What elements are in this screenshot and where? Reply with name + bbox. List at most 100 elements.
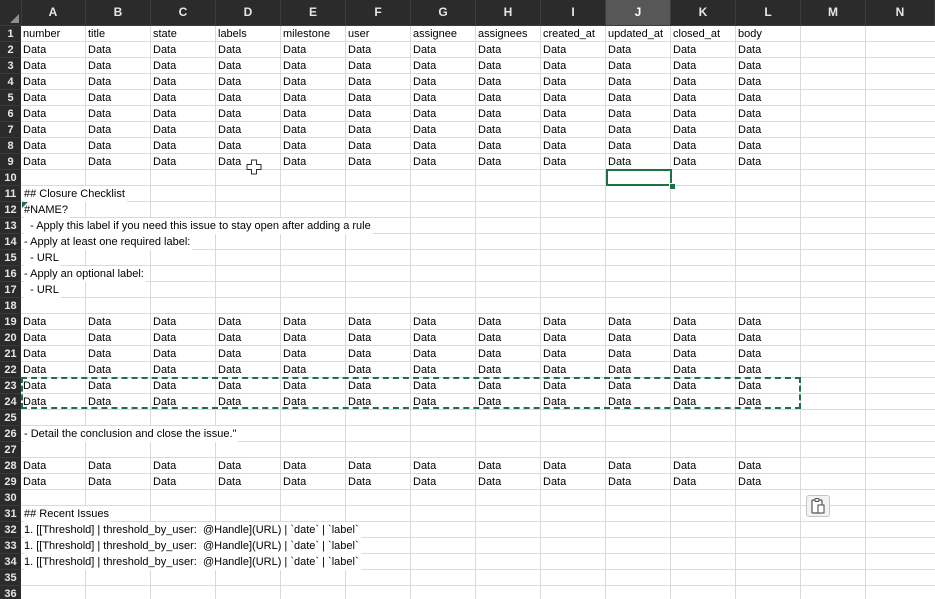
row-header-21[interactable]: 21 bbox=[0, 346, 21, 362]
data-cell[interactable]: Data bbox=[281, 90, 346, 106]
data-cell[interactable]: Data bbox=[736, 154, 801, 170]
data-cell[interactable]: Data bbox=[281, 74, 346, 90]
data-cell[interactable]: Data bbox=[736, 458, 801, 474]
row-header-34[interactable]: 34 bbox=[0, 554, 21, 570]
data-cell[interactable]: Data bbox=[411, 346, 476, 362]
data-cell[interactable]: Data bbox=[541, 314, 606, 330]
header-cell-f1[interactable]: user bbox=[346, 26, 411, 42]
header-cell-b1[interactable]: title bbox=[86, 26, 151, 42]
note-cell-a12[interactable]: #NAME? bbox=[24, 202, 71, 218]
data-cell[interactable]: Data bbox=[86, 74, 151, 90]
data-cell[interactable]: Data bbox=[21, 58, 86, 74]
note-cell-a26[interactable]: - Detail the conclusion and close the is… bbox=[24, 426, 239, 442]
data-cell[interactable]: Data bbox=[216, 106, 281, 122]
data-cell[interactable]: Data bbox=[21, 106, 86, 122]
column-header-n[interactable]: N bbox=[866, 0, 935, 25]
data-cell[interactable]: Data bbox=[606, 362, 671, 378]
data-cell[interactable]: Data bbox=[151, 154, 216, 170]
data-cell[interactable]: Data bbox=[21, 458, 86, 474]
data-cell[interactable]: Data bbox=[671, 362, 736, 378]
data-cell[interactable]: Data bbox=[671, 122, 736, 138]
note-cell-a34[interactable]: 1. [[Threshold] | threshold_by_user: @Ha… bbox=[24, 554, 361, 570]
data-cell[interactable]: Data bbox=[281, 106, 346, 122]
data-cell[interactable]: Data bbox=[476, 106, 541, 122]
data-cell[interactable]: Data bbox=[671, 58, 736, 74]
data-cell[interactable]: Data bbox=[216, 90, 281, 106]
data-cell[interactable]: Data bbox=[151, 58, 216, 74]
data-cell[interactable]: Data bbox=[411, 122, 476, 138]
data-cell[interactable]: Data bbox=[541, 330, 606, 346]
row-header-1[interactable]: 1 bbox=[0, 26, 21, 42]
row-header-5[interactable]: 5 bbox=[0, 90, 21, 106]
row-header-29[interactable]: 29 bbox=[0, 474, 21, 490]
data-cell[interactable]: Data bbox=[151, 474, 216, 490]
row-header-20[interactable]: 20 bbox=[0, 330, 21, 346]
row-header-4[interactable]: 4 bbox=[0, 74, 21, 90]
header-cell-e1[interactable]: milestone bbox=[281, 26, 346, 42]
data-cell[interactable]: Data bbox=[21, 138, 86, 154]
note-cell-a14[interactable]: - Apply at least one required label: bbox=[24, 234, 193, 250]
column-header-f[interactable]: F bbox=[346, 0, 411, 25]
column-header-g[interactable]: G bbox=[411, 0, 476, 25]
data-cell[interactable]: Data bbox=[216, 138, 281, 154]
data-cell[interactable]: Data bbox=[541, 346, 606, 362]
data-cell[interactable]: Data bbox=[21, 154, 86, 170]
data-cell[interactable]: Data bbox=[736, 362, 801, 378]
data-cell[interactable]: Data bbox=[346, 42, 411, 58]
data-cell[interactable]: Data bbox=[606, 458, 671, 474]
data-cell[interactable]: Data bbox=[736, 106, 801, 122]
fill-handle[interactable] bbox=[669, 183, 676, 190]
data-cell[interactable]: Data bbox=[21, 314, 86, 330]
data-cell[interactable]: Data bbox=[411, 90, 476, 106]
selected-cell-j10[interactable] bbox=[606, 169, 672, 186]
data-cell[interactable]: Data bbox=[541, 122, 606, 138]
data-cell[interactable]: Data bbox=[21, 362, 86, 378]
data-cell[interactable]: Data bbox=[411, 330, 476, 346]
data-cell[interactable]: Data bbox=[411, 362, 476, 378]
data-cell[interactable]: Data bbox=[216, 42, 281, 58]
data-cell[interactable]: Data bbox=[281, 154, 346, 170]
select-all-button[interactable] bbox=[0, 0, 22, 25]
note-cell-a15[interactable]: - URL bbox=[24, 250, 61, 266]
data-cell[interactable]: Data bbox=[281, 474, 346, 490]
row-header-19[interactable]: 19 bbox=[0, 314, 21, 330]
data-cell[interactable]: Data bbox=[476, 458, 541, 474]
data-cell[interactable]: Data bbox=[216, 346, 281, 362]
note-cell-a31[interactable]: ## Recent Issues bbox=[24, 506, 111, 522]
row-header-22[interactable]: 22 bbox=[0, 362, 21, 378]
note-cell-a16[interactable]: - Apply an optional label: bbox=[24, 266, 146, 282]
data-cell[interactable]: Data bbox=[671, 90, 736, 106]
data-cell[interactable]: Data bbox=[216, 458, 281, 474]
data-cell[interactable]: Data bbox=[736, 90, 801, 106]
column-header-h[interactable]: H bbox=[476, 0, 541, 25]
data-cell[interactable]: Data bbox=[541, 474, 606, 490]
data-cell[interactable]: Data bbox=[346, 362, 411, 378]
spreadsheet-grid[interactable]: ABCDEFGHIJKLMN 1 2 3 4 5 6 7 8 9 10 11 12 13 14 15 16 17… bbox=[0, 0, 935, 599]
data-cell[interactable]: Data bbox=[281, 138, 346, 154]
data-cell[interactable]: Data bbox=[606, 330, 671, 346]
note-cell-a32[interactable]: 1. [[Threshold] | threshold_by_user: @Ha… bbox=[24, 522, 361, 538]
data-cell[interactable]: Data bbox=[476, 74, 541, 90]
data-cell[interactable]: Data bbox=[216, 330, 281, 346]
column-header-a[interactable]: A bbox=[21, 0, 86, 25]
row-header-23[interactable]: 23 bbox=[0, 378, 21, 394]
data-cell[interactable]: Data bbox=[86, 362, 151, 378]
data-cell[interactable]: Data bbox=[541, 138, 606, 154]
data-cell[interactable]: Data bbox=[216, 74, 281, 90]
data-cell[interactable]: Data bbox=[606, 58, 671, 74]
data-cell[interactable]: Data bbox=[476, 330, 541, 346]
data-cell[interactable]: Data bbox=[606, 154, 671, 170]
data-cell[interactable]: Data bbox=[346, 122, 411, 138]
row-header-8[interactable]: 8 bbox=[0, 138, 21, 154]
data-cell[interactable]: Data bbox=[671, 154, 736, 170]
data-cell[interactable]: Data bbox=[151, 106, 216, 122]
row-header-11[interactable]: 11 bbox=[0, 186, 21, 202]
column-header-e[interactable]: E bbox=[281, 0, 346, 25]
column-header-l[interactable]: L bbox=[736, 0, 801, 25]
data-cell[interactable]: Data bbox=[21, 330, 86, 346]
row-header-6[interactable]: 6 bbox=[0, 106, 21, 122]
data-cell[interactable]: Data bbox=[281, 362, 346, 378]
data-cell[interactable]: Data bbox=[541, 362, 606, 378]
data-cell[interactable]: Data bbox=[151, 346, 216, 362]
data-cell[interactable]: Data bbox=[671, 458, 736, 474]
